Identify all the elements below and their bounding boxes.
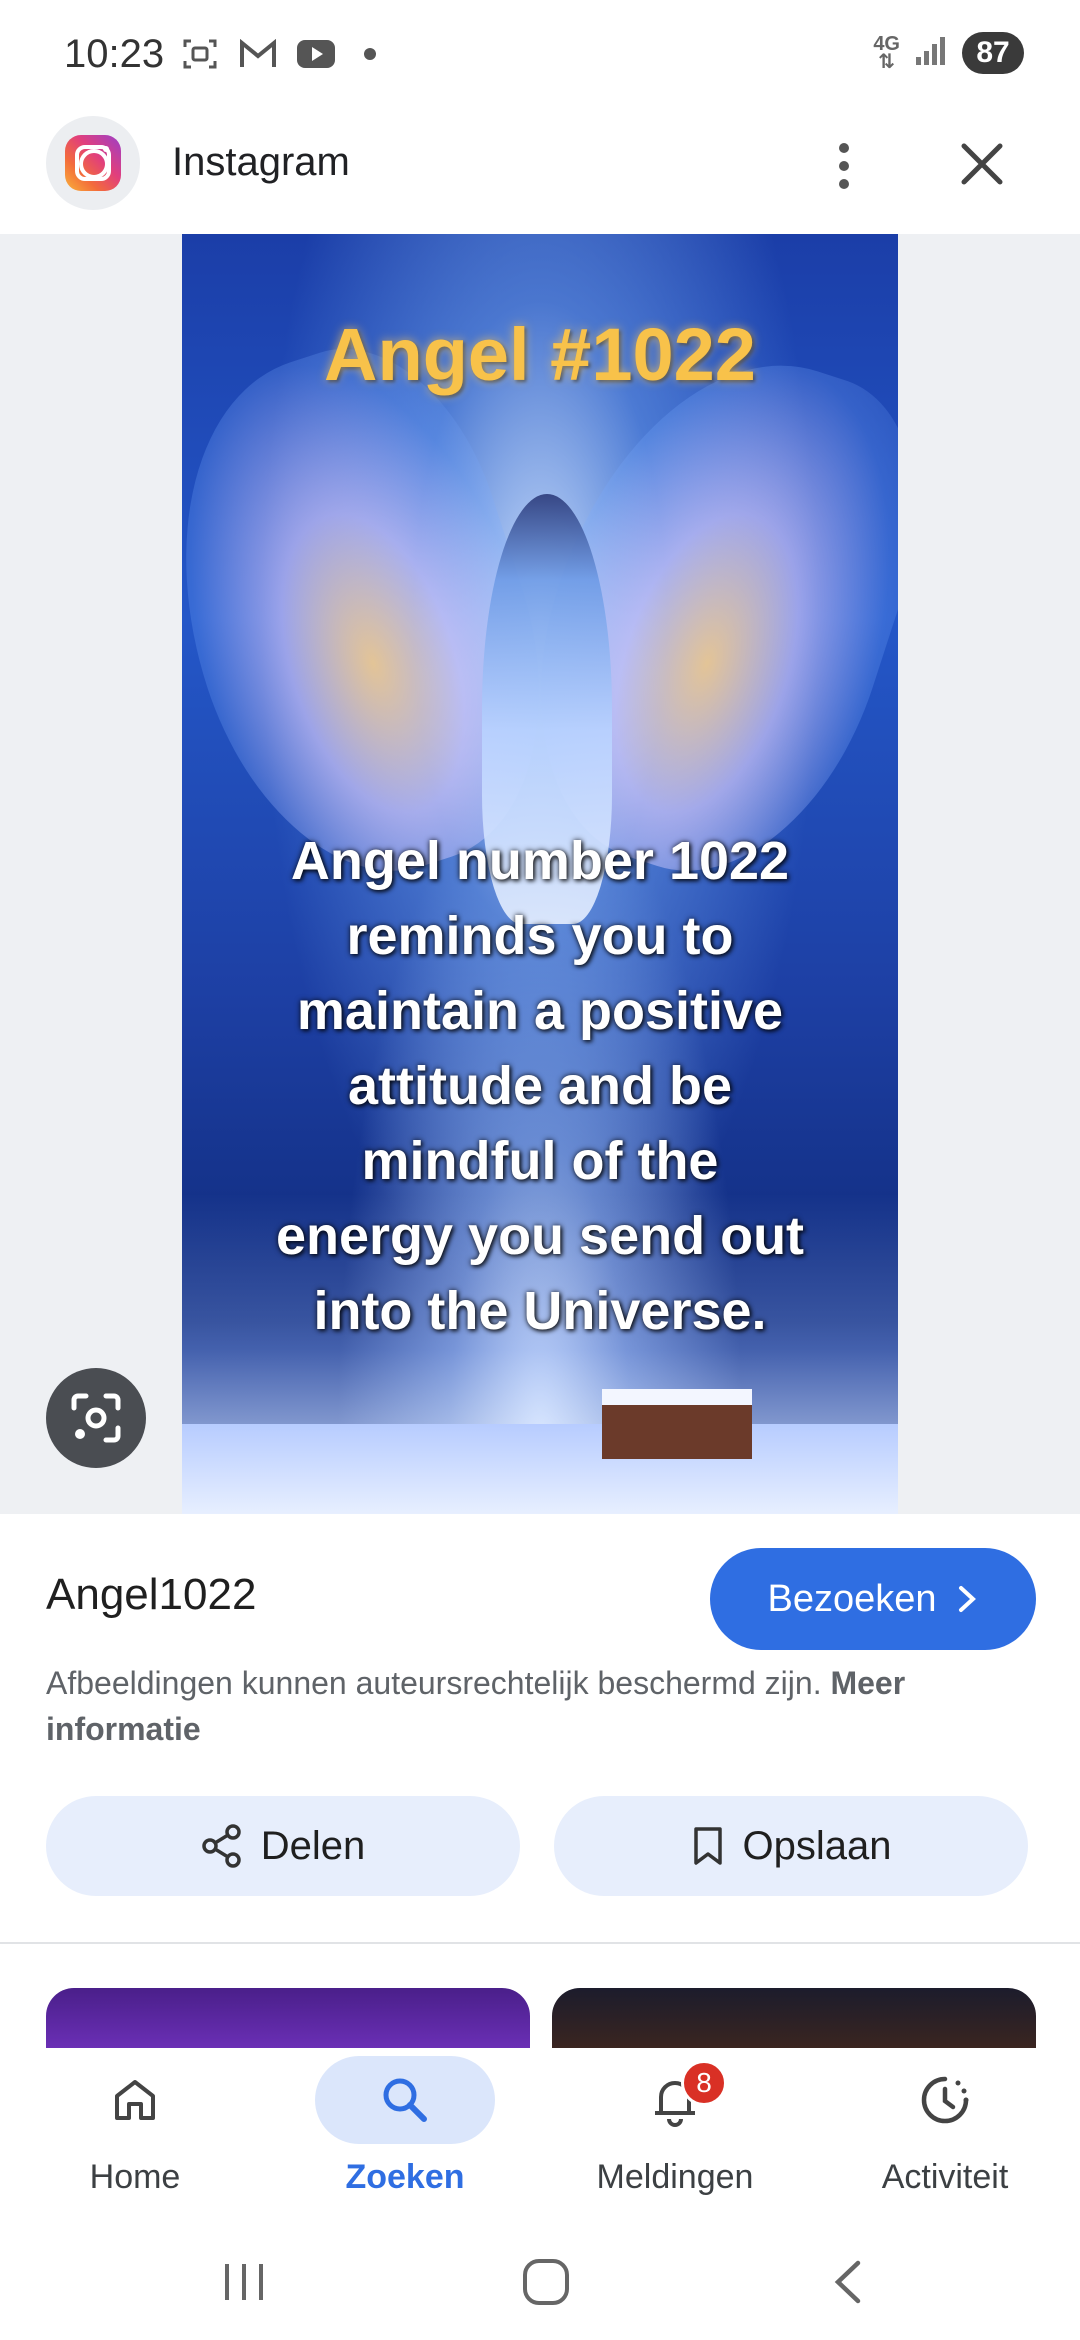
share-button[interactable]: Delen	[46, 1796, 520, 1896]
divider	[0, 1942, 1080, 1944]
nav-notifications[interactable]: 8 Meldingen	[540, 2048, 810, 2228]
notification-badge: 8	[681, 2060, 727, 2106]
result-title: Angel1022	[46, 1570, 257, 1619]
image-title-text: Angel #1022	[324, 313, 756, 396]
lens-icon	[71, 1393, 121, 1443]
recent-apps-button[interactable]	[204, 2252, 284, 2312]
snow-ground	[182, 1424, 898, 1514]
activity-icon	[921, 2076, 969, 2124]
related-thumbnail[interactable]	[46, 1988, 530, 2048]
instagram-icon	[46, 116, 140, 210]
back-icon	[834, 2260, 861, 2304]
bookmark-icon	[693, 1827, 722, 1865]
more-options-icon[interactable]	[820, 134, 868, 198]
back-button[interactable]	[808, 2252, 888, 2312]
screenshot-icon	[180, 36, 220, 72]
close-button[interactable]	[950, 132, 1014, 196]
result-image[interactable]: Angel #1022 Angel number 1022 reminds yo…	[182, 234, 898, 1514]
nav-notifications-label: Meldingen	[596, 2158, 754, 2196]
status-bar: 10:23 4G ⇅ 87	[0, 0, 1080, 110]
signal-icon	[914, 35, 948, 72]
system-navigation-bar	[0, 2228, 1080, 2340]
status-icons	[180, 36, 376, 72]
recents-icon	[225, 2264, 263, 2300]
bottom-navigation: Home Zoeken 8 Meldingen Activiteit	[0, 2048, 1080, 2228]
nav-home-label: Home	[89, 2158, 181, 2196]
youtube-icon	[296, 36, 336, 72]
visit-button[interactable]: Bezoeken	[710, 1548, 1036, 1650]
network-indicator: 4G ⇅	[873, 33, 900, 73]
share-label: Delen	[260, 1823, 366, 1868]
gmail-icon	[238, 36, 278, 72]
copyright-text: Afbeeldingen kunnen auteursrechtelijk be…	[46, 1665, 822, 1701]
battery-indicator: 87	[962, 32, 1024, 74]
notification-dot	[364, 48, 376, 60]
status-time: 10:23	[64, 32, 165, 76]
search-icon	[383, 2078, 427, 2122]
nav-home[interactable]: Home	[0, 2048, 270, 2228]
image-body-text: Angel number 1022 reminds you to maintai…	[275, 831, 805, 1341]
app-header: Instagram	[0, 110, 1080, 234]
chevron-right-icon	[958, 1586, 976, 1612]
lens-button[interactable]	[46, 1368, 146, 1468]
related-thumbnail[interactable]	[552, 1988, 1036, 2048]
nav-activity-label: Activiteit	[881, 2158, 1009, 2196]
cabin	[602, 1389, 752, 1459]
close-icon	[961, 143, 1003, 185]
home-icon	[115, 2080, 155, 2120]
nav-search-label: Zoeken	[345, 2158, 465, 2196]
copyright-notice: Afbeeldingen kunnen auteursrechtelijk be…	[46, 1660, 1026, 1752]
nav-search[interactable]: Zoeken	[270, 2048, 540, 2228]
home-circle-icon	[523, 2259, 569, 2305]
visit-label: Bezoeken	[767, 1577, 937, 1620]
nav-activity[interactable]: Activiteit	[810, 2048, 1080, 2228]
save-label: Opslaan	[742, 1823, 892, 1868]
header-title: Instagram	[172, 140, 350, 184]
share-icon	[201, 1824, 241, 1868]
home-system-button[interactable]	[506, 2252, 586, 2312]
image-preview-area: Angel #1022 Angel number 1022 reminds yo…	[0, 234, 1080, 1514]
save-button[interactable]: Opslaan	[554, 1796, 1028, 1896]
